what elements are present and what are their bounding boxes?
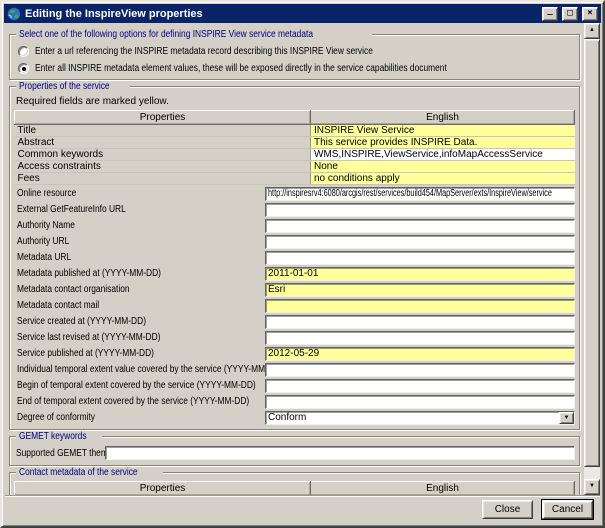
chevron-down-icon[interactable]: ▼ bbox=[559, 412, 574, 424]
supported-gemet-themes-input[interactable] bbox=[105, 446, 575, 460]
field-row-service-published-at: Service published at (YYYY-MM-DD) 2012-0… bbox=[14, 346, 575, 361]
field-row-authority-name: Authority Name bbox=[14, 218, 575, 233]
table-row-access-constraints: Access constraints None bbox=[15, 161, 575, 173]
field-row-external-getfeatureinfo-url: External GetFeatureInfo URL bbox=[14, 202, 575, 217]
radio-enter-values[interactable] bbox=[18, 63, 29, 74]
column-header-properties[interactable]: Properties bbox=[15, 111, 311, 125]
properties-groupbox: Properties of the service Required field… bbox=[9, 86, 580, 430]
common-keywords-value-cell[interactable]: WMS,INSPIRE,ViewService,infoMapAccessSer… bbox=[311, 149, 575, 161]
globe-icon bbox=[7, 7, 21, 21]
field-row-end-temporal-extent: End of temporal extent covered by the se… bbox=[14, 394, 575, 409]
field-row-metadata-published-at: Metadata published at (YYYY-MM-DD) 2011-… bbox=[14, 266, 575, 281]
row-label: Title bbox=[15, 125, 311, 137]
service-last-revised-at-input[interactable] bbox=[265, 331, 575, 345]
authority-url-input[interactable] bbox=[265, 235, 575, 249]
abstract-value-cell[interactable]: This service provides INSPIRE Data. bbox=[311, 137, 575, 149]
radio-row-metadata-url[interactable]: Enter a url referencing the INSPIRE meta… bbox=[14, 43, 575, 60]
required-fields-note: Required fields are marked yellow. bbox=[14, 95, 575, 110]
metadata-contact-mail-input[interactable] bbox=[265, 299, 575, 313]
gemet-group-title: GEMET keywords bbox=[16, 431, 102, 442]
access-constraints-value-cell[interactable]: None bbox=[311, 161, 575, 173]
title-value-cell[interactable]: INSPIRE View Service bbox=[311, 125, 575, 137]
field-row-service-last-revised-at: Service last revised at (YYYY-MM-DD) bbox=[14, 330, 575, 345]
options-group-title: Select one of the following options for … bbox=[16, 29, 372, 40]
close-window-button[interactable]: × bbox=[582, 7, 598, 21]
form-viewport: Select one of the following options for … bbox=[5, 23, 584, 495]
table-row-fees: Fees no conditions apply bbox=[15, 173, 575, 185]
column-header-properties[interactable]: Properties bbox=[15, 482, 311, 496]
minimize-button[interactable]: _ bbox=[542, 7, 558, 21]
table-row-abstract: Abstract This service provides INSPIRE D… bbox=[15, 137, 575, 149]
gemet-groupbox: GEMET keywords Supported GEMET themes bbox=[9, 436, 580, 466]
title-bar[interactable]: Editing the InspireView properties _ □ × bbox=[4, 4, 601, 23]
row-label: Access constraints bbox=[15, 161, 311, 173]
metadata-published-at-input[interactable]: 2011-01-01 bbox=[265, 267, 575, 281]
radio-row-metadata-values[interactable]: Enter all INSPIRE metadata element value… bbox=[14, 60, 575, 77]
window-title: Editing the InspireView properties bbox=[25, 8, 538, 20]
degree-of-conformity-select[interactable]: Conform ▼ bbox=[265, 411, 575, 425]
dialog-editing-inspireview-properties: Editing the InspireView properties _ □ ×… bbox=[0, 0, 605, 528]
row-label: Common keywords bbox=[15, 149, 311, 161]
row-label: Fees bbox=[15, 173, 311, 185]
external-getfeatureinfo-url-input[interactable] bbox=[265, 203, 575, 217]
scroll-up-icon[interactable]: ▲ bbox=[584, 23, 600, 39]
contact-groupbox: Contact metadata of the service Properti… bbox=[9, 472, 580, 495]
field-row-metadata-contact-mail: Metadata contact mail bbox=[14, 298, 575, 313]
individual-temporal-extent-input[interactable] bbox=[265, 363, 575, 377]
column-header-english[interactable]: English bbox=[311, 482, 575, 496]
authority-name-input[interactable] bbox=[265, 219, 575, 233]
radio-enter-url[interactable] bbox=[18, 46, 29, 57]
radio-enter-url-label: Enter a url referencing the INSPIRE meta… bbox=[35, 46, 373, 57]
button-bar: Close Cancel bbox=[5, 495, 600, 523]
close-button[interactable]: Close bbox=[482, 500, 533, 519]
service-properties-table: Properties English Title INSPIRE View Se… bbox=[14, 110, 575, 185]
field-row-degree-of-conformity: Degree of conformity Conform ▼ bbox=[14, 410, 575, 425]
field-row-gemet-themes: Supported GEMET themes bbox=[14, 445, 575, 461]
begin-temporal-extent-input[interactable] bbox=[265, 379, 575, 393]
maximize-button[interactable]: □ bbox=[562, 7, 578, 21]
radio-enter-values-label: Enter all INSPIRE metadata element value… bbox=[35, 63, 447, 74]
table-row-title: Title INSPIRE View Service bbox=[15, 125, 575, 137]
field-row-begin-temporal-extent: Begin of temporal extent covered by the … bbox=[14, 378, 575, 393]
scrollbar-thumb[interactable] bbox=[584, 39, 600, 467]
metadata-url-input[interactable] bbox=[265, 251, 575, 265]
service-published-at-input[interactable]: 2012-05-29 bbox=[265, 347, 575, 361]
contact-group-title: Contact metadata of the service bbox=[16, 467, 163, 478]
field-row-online-resource: Online resource http://inspiresrv4:6080/… bbox=[14, 186, 575, 201]
metadata-contact-organisation-input[interactable]: Esri bbox=[265, 283, 575, 297]
field-row-authority-url: Authority URL bbox=[14, 234, 575, 249]
field-row-individual-temporal-extent: Individual temporal extent value covered… bbox=[14, 362, 575, 377]
field-row-metadata-url: Metadata URL bbox=[14, 250, 575, 265]
end-temporal-extent-input[interactable] bbox=[265, 395, 575, 409]
fees-value-cell[interactable]: no conditions apply bbox=[311, 173, 575, 185]
column-header-english[interactable]: English bbox=[311, 111, 575, 125]
cancel-button[interactable]: Cancel bbox=[542, 500, 593, 519]
contact-metadata-table: Properties English Name [your name] Orga… bbox=[14, 481, 575, 495]
field-row-metadata-contact-organisation: Metadata contact organisation Esri bbox=[14, 282, 575, 297]
table-row-common-keywords: Common keywords WMS,INSPIRE,ViewService,… bbox=[15, 149, 575, 161]
options-groupbox: Select one of the following options for … bbox=[9, 34, 580, 80]
vertical-scrollbar[interactable]: ▲ ▼ bbox=[584, 23, 600, 495]
field-row-service-created-at: Service created at (YYYY-MM-DD) bbox=[14, 314, 575, 329]
online-resource-input[interactable]: http://inspiresrv4:6080/arcgis/rest/serv… bbox=[265, 187, 575, 201]
properties-group-title: Properties of the service bbox=[16, 81, 130, 92]
scroll-down-icon[interactable]: ▼ bbox=[584, 479, 600, 495]
service-created-at-input[interactable] bbox=[265, 315, 575, 329]
scroll-content-area: Select one of the following options for … bbox=[5, 23, 600, 495]
row-label: Abstract bbox=[15, 137, 311, 149]
